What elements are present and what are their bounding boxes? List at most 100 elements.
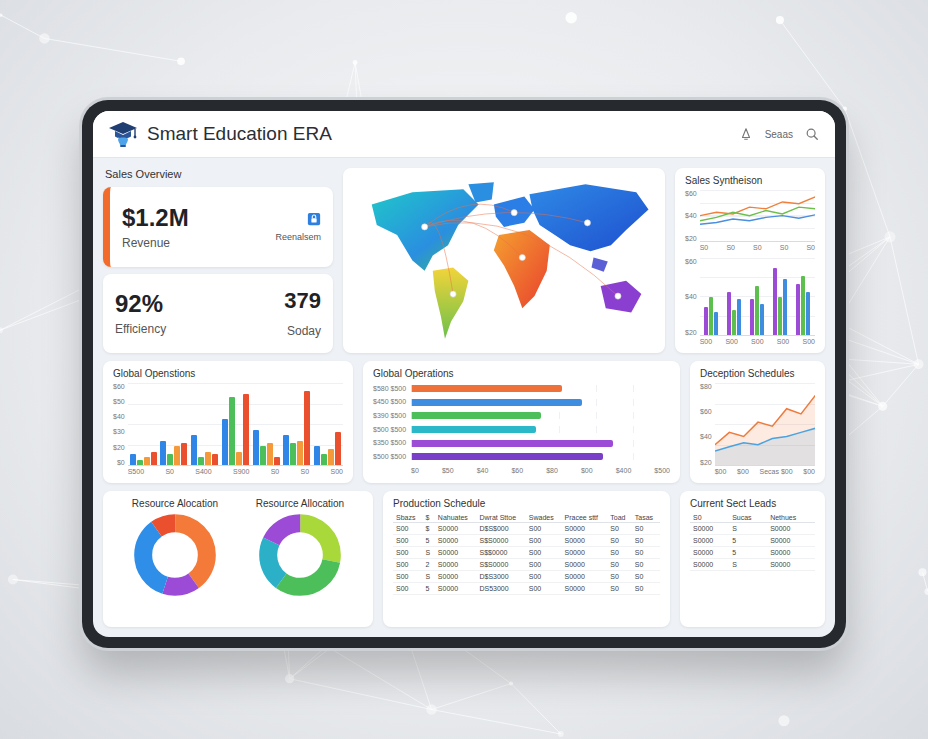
bar[interactable] (755, 286, 759, 335)
table-cell: S (729, 523, 767, 535)
bar[interactable] (191, 435, 197, 465)
brand[interactable]: Smart Education ERA (107, 118, 332, 150)
bar[interactable] (297, 441, 303, 466)
y-tick: $20 (113, 444, 125, 452)
table-row[interactable]: S00005S0000 (690, 535, 815, 547)
bar[interactable] (212, 454, 218, 465)
bar[interactable] (412, 453, 603, 460)
table-row[interactable]: S005S0000S$S0000S00S0000S0S0 (393, 535, 660, 547)
table-row[interactable]: S0000SS0000 (690, 523, 815, 535)
bar[interactable] (236, 452, 242, 466)
column-header[interactable]: Pracee sttf (562, 513, 608, 523)
bar[interactable] (796, 284, 800, 336)
table-row[interactable]: S005S0000DS53000S00S0000S0S0 (393, 583, 660, 595)
bar[interactable] (198, 457, 204, 465)
bar[interactable] (160, 441, 166, 466)
bar[interactable] (167, 454, 173, 465)
world-map[interactable] (343, 168, 665, 353)
donut-title: Resource Alocation (132, 498, 218, 509)
column-header[interactable]: Tasas (632, 513, 660, 523)
deception-schedules-panel: Deception Schedules$80$60$40$20$00$00Sec… (690, 361, 825, 483)
table-cell: S0000 (767, 535, 815, 547)
column-header[interactable]: Nahuates (435, 513, 477, 523)
bar[interactable] (773, 268, 777, 335)
bar[interactable] (130, 454, 136, 465)
table-row[interactable]: S00$S0000D$S$000S00S0000S0S0 (393, 523, 660, 535)
donut-segment[interactable] (268, 523, 332, 587)
column-header[interactable]: Dwrat Sttoe (476, 513, 525, 523)
bar[interactable] (144, 457, 150, 465)
bar[interactable] (732, 310, 736, 336)
column-header[interactable]: Sucas (729, 513, 767, 523)
donut-chart[interactable]: Resource Allocation (256, 498, 344, 597)
table-row[interactable]: S002S0000S$S0000S00S0000S0S0 (393, 559, 660, 571)
revenue-label: Revenue (122, 236, 189, 250)
search-icon[interactable] (805, 127, 819, 141)
bar[interactable] (137, 460, 143, 465)
bar[interactable] (783, 279, 787, 336)
x-tick: S500 (128, 468, 144, 476)
bar[interactable] (335, 432, 341, 465)
bar[interactable] (260, 446, 266, 465)
bar[interactable] (760, 304, 764, 335)
bar[interactable] (801, 276, 805, 335)
bar[interactable] (222, 419, 228, 466)
bar[interactable] (267, 443, 273, 465)
bar[interactable] (290, 443, 296, 465)
table-row[interactable]: S0000SS0000 (690, 559, 815, 571)
table-row[interactable]: S00SS0000S$$0000S00S0000S0S0 (393, 547, 660, 559)
donut-segment[interactable] (143, 523, 207, 587)
bar[interactable] (714, 312, 718, 335)
user-label[interactable]: Seaas (765, 129, 793, 140)
donut-segment[interactable] (268, 523, 332, 587)
bar[interactable] (412, 385, 562, 392)
bar[interactable] (314, 446, 320, 465)
column-header[interactable]: Sbazs (393, 513, 422, 523)
column-header[interactable]: Toad (607, 513, 632, 523)
column-header[interactable]: Swades (526, 513, 562, 523)
revenue-card[interactable]: $1.2MRevenueReenalsem (103, 187, 333, 267)
bar[interactable] (412, 426, 536, 433)
table-cell: DS53000 (476, 583, 525, 595)
bar[interactable] (174, 446, 180, 465)
bar[interactable] (709, 297, 713, 336)
bar[interactable] (412, 412, 541, 419)
bell-icon[interactable] (739, 127, 753, 141)
donut-segment[interactable] (143, 523, 207, 587)
table-cell: S0 (632, 535, 660, 547)
column-header[interactable]: S0 (690, 513, 729, 523)
column-header[interactable]: $ (422, 513, 434, 523)
bar[interactable] (727, 292, 731, 336)
donut-chart[interactable]: Resource Alocation (132, 498, 218, 597)
bar[interactable] (806, 292, 810, 336)
bar[interactable] (243, 394, 249, 465)
y-tick: $350 $500 (373, 439, 406, 447)
revenue-link[interactable]: Reenalsem (275, 232, 321, 242)
bar[interactable] (704, 307, 708, 335)
bar[interactable] (304, 391, 310, 465)
bar[interactable] (321, 454, 327, 465)
bar[interactable] (750, 299, 754, 335)
donut-segment[interactable] (268, 523, 332, 587)
donut-segment[interactable] (143, 523, 207, 587)
table-row[interactable]: S00005S0000 (690, 547, 815, 559)
bar[interactable] (181, 443, 187, 465)
bar[interactable] (737, 299, 741, 335)
bar[interactable] (283, 435, 289, 465)
bar[interactable] (412, 399, 582, 406)
table-row[interactable]: S00SS0000D$S3000S00S0000S0S0 (393, 571, 660, 583)
bar[interactable] (778, 297, 782, 336)
bar[interactable] (274, 457, 280, 465)
column-header[interactable]: Nethues (767, 513, 815, 523)
donut-segment[interactable] (268, 523, 332, 587)
bar[interactable] (412, 440, 613, 447)
bar[interactable] (229, 397, 235, 466)
bar[interactable] (253, 430, 259, 466)
global-operations-bar-panel: Global Openstions$60$50$40$30$20$0S500S0… (103, 361, 353, 483)
donut-segment[interactable] (143, 523, 207, 587)
bar[interactable] (328, 449, 334, 465)
bar[interactable] (205, 452, 211, 466)
bar[interactable] (151, 452, 157, 466)
efficiency-card[interactable]: 92%Efficiency379Soday (103, 274, 333, 354)
x-tick: S0 (301, 468, 310, 476)
